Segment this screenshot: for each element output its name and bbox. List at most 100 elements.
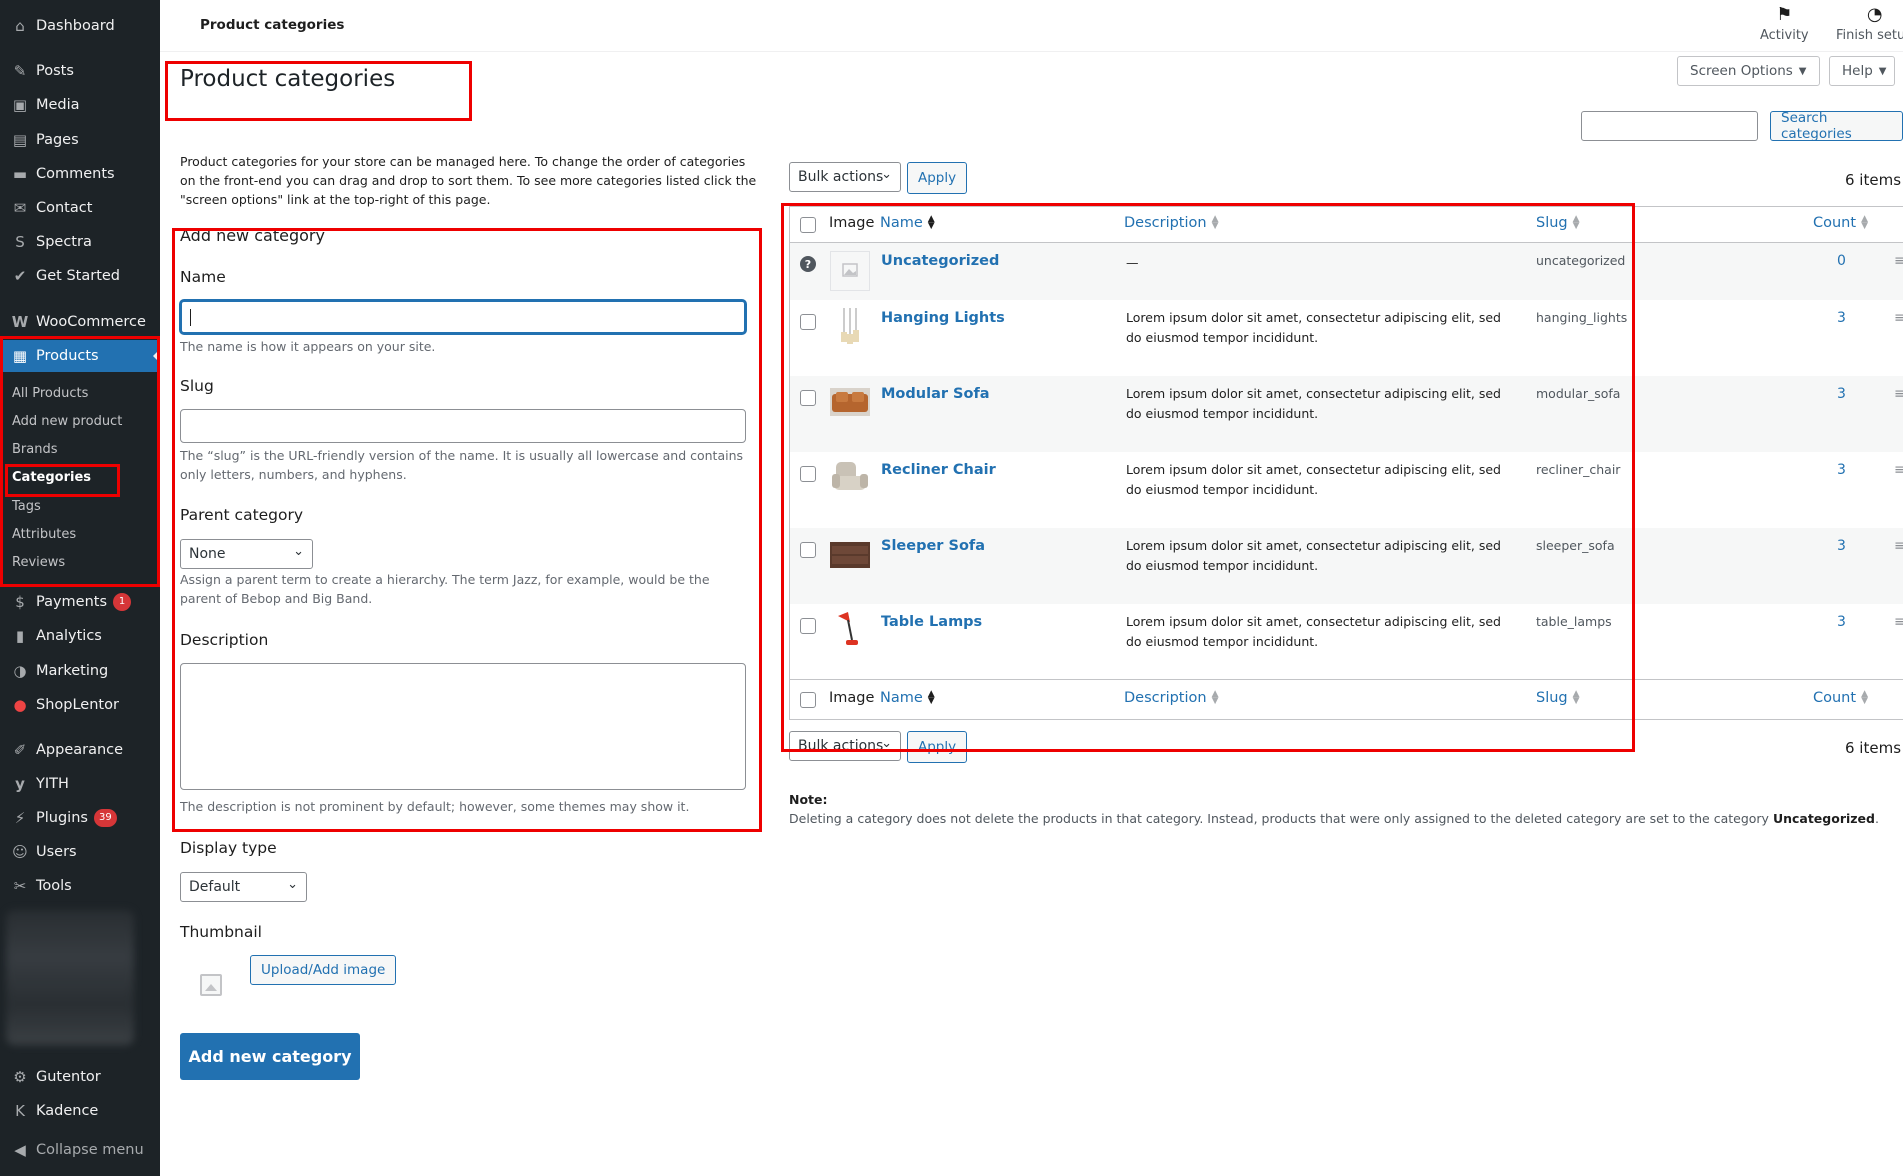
menu-pages[interactable]: ▤ Pages	[0, 124, 160, 156]
column-slug-sort[interactable]: Slug ▲ ▼	[1536, 215, 1580, 232]
row-checkbox[interactable]	[800, 618, 816, 634]
menu-users[interactable]: ☺ Users	[0, 836, 160, 868]
submenu-add-new-product[interactable]: Add new product	[12, 414, 122, 429]
apply-button-bottom[interactable]: Apply	[907, 731, 968, 763]
search-categories-input[interactable]	[1581, 111, 1758, 141]
add-new-category-button[interactable]: Add new category	[180, 1033, 360, 1080]
products-icon: ▦	[12, 347, 28, 365]
category-name-link[interactable]: Modular Sofa	[881, 386, 990, 402]
bulk-actions-select-top[interactable]: Bulk actions ⌄	[789, 162, 901, 192]
category-slug: sleeper_sofa	[1536, 538, 1615, 553]
menu-woocommerce[interactable]: W WooCommerce	[0, 306, 160, 338]
collapse-menu-button[interactable]: ◀ Collapse menu	[0, 1134, 160, 1166]
category-slug: uncategorized	[1536, 253, 1626, 268]
upload-image-button[interactable]: Upload/Add image	[250, 955, 397, 985]
modular-sofa-thumbnail	[830, 382, 870, 422]
menu-marketing[interactable]: ◑ Marketing	[0, 655, 160, 687]
category-name-link[interactable]: Uncategorized	[881, 253, 999, 269]
drag-handle-icon[interactable]: ≡	[1894, 538, 1903, 554]
row-checkbox[interactable]	[800, 542, 816, 558]
recliner-chair-thumbnail	[830, 458, 870, 498]
menu-yith[interactable]: y YITH	[0, 768, 160, 800]
drag-handle-icon[interactable]: ≡	[1894, 253, 1903, 269]
screen-options-button[interactable]: Screen Options ▼	[1677, 56, 1820, 86]
category-count-link[interactable]: 0	[1837, 253, 1846, 269]
apply-button-top[interactable]: Apply	[907, 162, 968, 194]
column-description-sort-footer[interactable]: Description ▲ ▼	[1124, 689, 1219, 707]
menu-plugins[interactable]: ⚡ Plugins 39	[0, 802, 160, 834]
sort-icon: ▲ ▼	[927, 214, 935, 231]
row-checkbox[interactable]	[800, 390, 816, 406]
menu-dashboard[interactable]: ⌂ Dashboard	[0, 10, 160, 42]
submenu-reviews[interactable]: Reviews	[12, 555, 65, 570]
submenu-all-products[interactable]: All Products	[12, 386, 88, 401]
display-type-select[interactable]: Default ⌄	[180, 872, 307, 902]
menu-spectra[interactable]: S Spectra	[0, 226, 160, 258]
flag-icon: ⚑	[1776, 4, 1793, 25]
drag-handle-icon[interactable]: ≡	[1894, 614, 1903, 630]
note-label: Note:	[789, 792, 828, 807]
activity-button[interactable]: ⚑ Activity	[1760, 4, 1809, 43]
menu-media[interactable]: ▣ Media	[0, 89, 160, 121]
submenu-tags[interactable]: Tags	[12, 499, 41, 514]
slug-input[interactable]	[180, 409, 746, 443]
help-button[interactable]: Help ▼	[1829, 56, 1895, 86]
description-textarea[interactable]	[180, 663, 746, 790]
column-name-sort[interactable]: Name ▲ ▼	[880, 214, 935, 232]
category-count-link[interactable]: 3	[1837, 310, 1846, 326]
menu-shoplentor[interactable]: ● ShopLentor	[0, 689, 160, 721]
search-categories-button[interactable]: Search categories	[1770, 110, 1903, 142]
column-description-sort[interactable]: Description ▲ ▼	[1124, 215, 1219, 232]
row-checkbox[interactable]	[800, 314, 816, 330]
admin-sidebar: ⌂ Dashboard ✎ Posts ▣ Media ▤ Pages ▬ Co…	[0, 0, 160, 1176]
menu-comments[interactable]: ▬ Comments	[0, 158, 160, 190]
table-row: Sleeper Sofa Lorem ipsum dolor sit amet,…	[790, 528, 1903, 604]
category-name-link[interactable]: Hanging Lights	[881, 310, 1005, 326]
dashboard-icon: ⌂	[15, 17, 25, 35]
mail-icon: ✉	[13, 199, 27, 217]
menu-analytics[interactable]: ▮ Analytics	[0, 620, 160, 652]
category-count-link[interactable]: 3	[1837, 386, 1846, 402]
category-name-link[interactable]: Sleeper Sofa	[881, 538, 985, 554]
select-all-checkbox[interactable]	[800, 217, 816, 233]
menu-get-started[interactable]: ✔ Get Started	[0, 260, 160, 292]
drag-handle-icon[interactable]: ≡	[1894, 462, 1903, 478]
text-caret	[190, 309, 191, 326]
finish-setup-button[interactable]: ◔ Finish setup	[1836, 4, 1903, 43]
column-count-sort-footer[interactable]: Count ▲ ▼	[1813, 690, 1868, 707]
menu-payments[interactable]: $ Payments 1	[0, 586, 160, 618]
table-row: ? Uncategorized — uncategorized 0 ≡	[790, 243, 1903, 300]
parent-category-label: Parent category	[180, 506, 304, 524]
drag-handle-icon[interactable]: ≡	[1894, 386, 1903, 402]
submenu-categories[interactable]: Categories	[12, 470, 91, 485]
category-count-link[interactable]: 3	[1837, 538, 1846, 554]
drag-handle-icon[interactable]: ≡	[1894, 310, 1903, 326]
column-slug-sort-footer[interactable]: Slug ▲ ▼	[1536, 690, 1580, 707]
note-text: Deleting a category does not delete the …	[789, 811, 1769, 826]
column-count-sort[interactable]: Count ▲ ▼	[1813, 215, 1868, 232]
menu-contact[interactable]: ✉ Contact	[0, 192, 160, 224]
menu-tools[interactable]: ✂ Tools	[0, 870, 160, 902]
hanging-lights-thumbnail	[830, 306, 870, 346]
select-all-checkbox-footer[interactable]	[800, 692, 816, 708]
category-count-link[interactable]: 3	[1837, 614, 1846, 630]
description-label: Description	[180, 631, 269, 649]
parent-category-select[interactable]: None ⌄	[180, 539, 313, 569]
menu-posts[interactable]: ✎ Posts	[0, 55, 160, 87]
sort-icon: ▲ ▼	[1211, 689, 1219, 706]
menu-kadence[interactable]: K Kadence	[0, 1095, 160, 1127]
menu-appearance[interactable]: ✐ Appearance	[0, 734, 160, 766]
column-name-sort-footer[interactable]: Name ▲ ▼	[880, 690, 935, 707]
submenu-brands[interactable]: Brands	[12, 442, 58, 457]
category-name-link[interactable]: Recliner Chair	[881, 462, 996, 478]
menu-gutentor[interactable]: ⚙ Gutentor	[0, 1061, 160, 1093]
column-image: Image	[829, 215, 875, 231]
row-checkbox[interactable]	[800, 466, 816, 482]
categories-table: Image Name ▲ ▼ Description ▲ ▼ Slug ▲ ▼ Cou…	[789, 206, 1903, 720]
bulk-actions-select-bottom[interactable]: Bulk actions ⌄	[789, 731, 901, 761]
category-name-link[interactable]: Table Lamps	[881, 614, 982, 630]
name-input[interactable]	[180, 300, 746, 334]
category-count-link[interactable]: 3	[1837, 462, 1846, 478]
submenu-attributes[interactable]: Attributes	[12, 527, 76, 542]
menu-products[interactable]: ▦ Products	[0, 340, 160, 372]
